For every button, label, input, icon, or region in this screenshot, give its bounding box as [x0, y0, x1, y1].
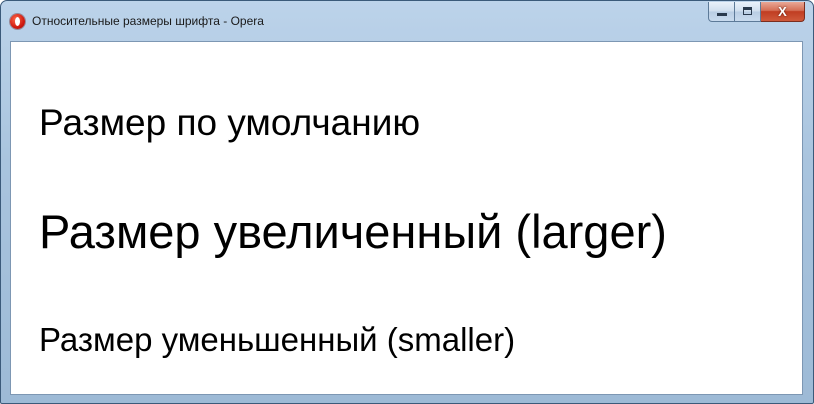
window-title: Относительные размеры шрифта - Opera: [32, 14, 264, 28]
smaller-size-text: Размер уменьшенный (smaller): [39, 321, 516, 358]
default-size-text: Размер по умолчанию: [39, 102, 421, 143]
browser-window: Относительные размеры шрифта - Opera X Р…: [0, 0, 814, 404]
title-bar[interactable]: Относительные размеры шрифта - Opera X: [1, 1, 813, 41]
close-icon: X: [778, 4, 787, 19]
minimize-icon: [717, 13, 727, 16]
larger-size-text: Размер увеличенный (larger): [39, 205, 667, 258]
close-button[interactable]: X: [761, 2, 805, 22]
maximize-button[interactable]: [735, 2, 761, 22]
maximize-icon: [743, 7, 752, 15]
page-content: Размер по умолчанию Размер увеличенный (…: [10, 41, 803, 395]
caption-buttons: X: [708, 2, 805, 22]
minimize-button[interactable]: [708, 2, 735, 22]
opera-icon[interactable]: [10, 14, 25, 29]
